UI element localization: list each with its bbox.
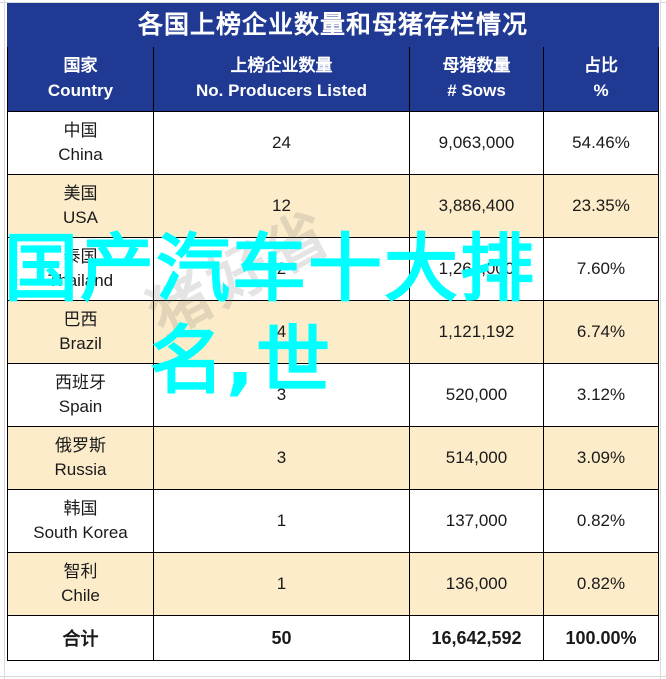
table-row: 西班牙 Spain 3 520,000 3.12% [7, 363, 660, 427]
cell-country-en: China [58, 145, 103, 164]
cell-country: 泰国 Thailand [7, 237, 154, 301]
cell-share: 54.46% [542, 111, 660, 175]
cell-sows: 9,063,000 [409, 111, 544, 175]
column-header-country-zh: 国家 [63, 56, 98, 76]
cell-country: 俄罗斯 Russia [7, 426, 154, 490]
cell-country-en: Thailand [47, 271, 114, 290]
cell-producers: 12 [153, 174, 410, 238]
cell-producers: 1 [153, 552, 410, 616]
cell-sows: 1,265,000 [409, 237, 544, 301]
cell-country-zh: 俄罗斯 [55, 436, 106, 456]
column-header-sows: 母猪数量 # Sows [409, 46, 544, 112]
column-header-country-en: Country [47, 81, 114, 100]
cell-share: 0.82% [542, 552, 660, 616]
column-header-sows-zh: 母猪数量 [442, 56, 511, 76]
cell-producers: 2 [153, 237, 410, 301]
column-header-share-en: % [593, 81, 609, 100]
cell-country-en: Spain [58, 397, 103, 416]
table-row: 韩国 South Korea 1 137,000 0.82% [7, 489, 660, 553]
cell-sows: 3,886,400 [409, 174, 544, 238]
cell-share: 23.35% [542, 174, 660, 238]
column-header-producers-zh: 上榜企业数量 [230, 56, 333, 76]
cell-sows: 520,000 [409, 363, 544, 427]
cell-share: 3.09% [542, 426, 660, 490]
table-header-row: 国家 Country 上榜企业数量 No. Producers Listed 母… [7, 46, 660, 112]
cell-producers: 24 [153, 111, 410, 175]
page-title: 各国上榜企业数量和母猪存栏情况 [6, 3, 660, 47]
column-header-share-zh: 占比 [584, 56, 618, 76]
cell-share: 0.82% [542, 489, 660, 553]
cell-country-zh: 泰国 [63, 247, 98, 267]
cell-country-en: Chile [61, 586, 100, 605]
cell-country-en: Brazil [59, 334, 102, 353]
cell-sows: 1,121,192 [409, 300, 544, 364]
cell-country-zh: 西班牙 [55, 373, 106, 393]
cell-country-zh: 韩国 [63, 499, 98, 519]
total-share: 100.00% [542, 615, 660, 661]
cell-producers: 4 [153, 300, 410, 364]
cell-country: 韩国 South Korea [7, 489, 154, 553]
table-total-row: 合计 50 16,642,592 100.00% [7, 615, 660, 661]
cell-country-zh: 智利 [63, 562, 98, 582]
cell-share: 3.12% [542, 363, 660, 427]
column-header-sows-en: # Sows [447, 81, 506, 100]
cell-country: 中国 China [7, 111, 154, 175]
column-header-producers-en: No. Producers Listed [196, 81, 367, 100]
total-producers: 50 [153, 615, 410, 661]
cell-share: 7.60% [542, 237, 660, 301]
table-row: 中国 China 24 9,063,000 54.46% [7, 111, 660, 175]
cell-country-en: Russia [54, 460, 107, 479]
producers-sows-table: 各国上榜企业数量和母猪存栏情况 国家 Country 上榜企业数量 No. Pr… [6, 3, 660, 661]
cell-sows: 514,000 [409, 426, 544, 490]
cell-country-zh: 美国 [63, 184, 98, 204]
total-sows: 16,642,592 [409, 615, 544, 661]
table-row: 泰国 Thailand 2 1,265,000 7.60% [7, 237, 660, 301]
column-header-producers: 上榜企业数量 No. Producers Listed [153, 46, 410, 112]
cell-country: 西班牙 Spain [7, 363, 154, 427]
total-label: 合计 [7, 615, 154, 661]
cell-producers: 1 [153, 489, 410, 553]
table-title-row: 各国上榜企业数量和母猪存栏情况 [6, 3, 660, 47]
column-header-country: 国家 Country [7, 46, 154, 112]
cell-country-zh: 巴西 [63, 310, 98, 330]
table-row: 巴西 Brazil 4 1,121,192 6.74% [7, 300, 660, 364]
cell-share: 6.74% [542, 300, 660, 364]
cell-country-en: South Korea [33, 523, 128, 542]
table-row: 智利 Chile 1 136,000 0.82% [7, 552, 660, 616]
cell-country-zh: 中国 [63, 121, 98, 141]
cell-sows: 137,000 [409, 489, 544, 553]
cell-country: 智利 Chile [7, 552, 154, 616]
report-table-container: 各国上榜企业数量和母猪存栏情况 国家 Country 上榜企业数量 No. Pr… [6, 3, 660, 661]
cell-producers: 3 [153, 363, 410, 427]
table-row: 俄罗斯 Russia 3 514,000 3.09% [7, 426, 660, 490]
table-row: 美国 USA 12 3,886,400 23.35% [7, 174, 660, 238]
cell-producers: 3 [153, 426, 410, 490]
cell-country: 美国 USA [7, 174, 154, 238]
cell-sows: 136,000 [409, 552, 544, 616]
cell-country-en: USA [63, 208, 98, 227]
cell-country: 巴西 Brazil [7, 300, 154, 364]
column-header-share: 占比 % [542, 46, 660, 112]
